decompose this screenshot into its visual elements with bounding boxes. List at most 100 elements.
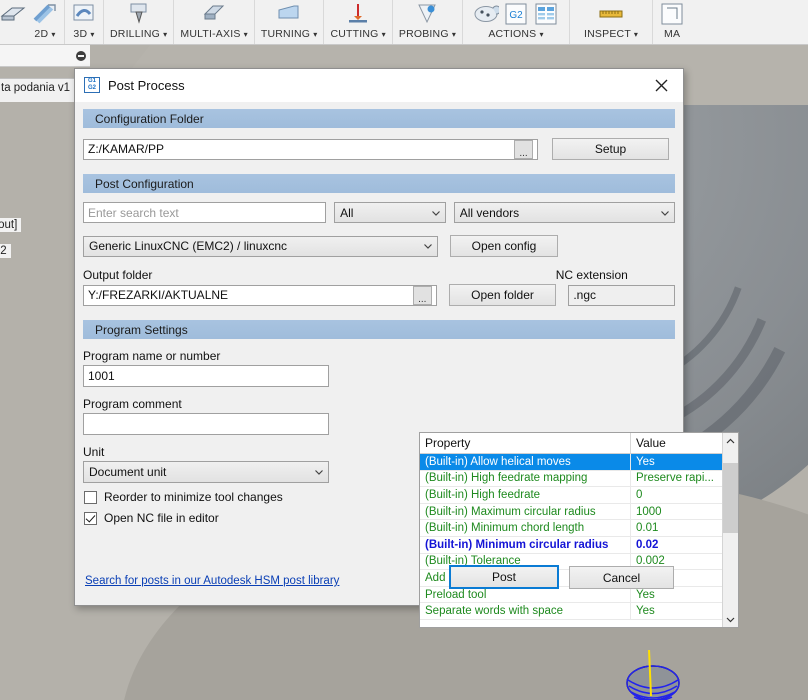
ribbon-label-turning: TURNING: [260, 28, 311, 40]
scroll-down-button[interactable]: [723, 611, 738, 627]
browser-panel-minimize-bar[interactable]: [0, 45, 90, 67]
ribbon-group-drilling[interactable]: DRILLING ▾: [104, 0, 175, 44]
chevron-down-icon[interactable]: ▾: [90, 30, 94, 39]
scrollbar-track[interactable]: [723, 449, 738, 611]
open-folder-button[interactable]: Open folder: [448, 284, 557, 306]
chevron-down-icon[interactable]: ▾: [244, 30, 248, 39]
property-name-cell: (Built-in) High feedrate mapping: [420, 470, 631, 487]
nc-extension-input[interactable]: .ngc: [568, 284, 675, 306]
configuration-folder-browse-button[interactable]: ...: [514, 139, 533, 159]
unit-value: Document unit: [89, 465, 167, 479]
chevron-down-icon[interactable]: [423, 241, 433, 251]
ribbon-label-2d: 2D: [34, 28, 49, 40]
ribbon-group-2d[interactable]: 2D ▾: [26, 0, 65, 44]
open-nc-checkbox-label: Open NC file in editor: [104, 511, 219, 525]
property-value-cell[interactable]: 0.01: [631, 520, 722, 536]
table-row[interactable]: (Built-in) Minimum circular radius 0.02: [420, 536, 722, 554]
reorder-checkbox[interactable]: [84, 490, 97, 504]
toolpath-3d-icon[interactable]: [71, 2, 97, 26]
minimize-icon[interactable]: [76, 50, 86, 61]
scroll-up-button[interactable]: [723, 433, 738, 449]
post-properties-scrollbar[interactable]: [722, 433, 738, 627]
table-row[interactable]: (Built-in) High feedrate 0: [420, 487, 722, 504]
property-value-cell[interactable]: Yes: [631, 603, 722, 619]
post-button-label: Post: [491, 570, 516, 584]
ribbon-group-cutting[interactable]: CUTTING ▾: [324, 0, 393, 44]
chevron-down-icon[interactable]: ▾: [51, 30, 55, 39]
chevron-down-icon[interactable]: ▾: [382, 30, 386, 39]
program-comment-input[interactable]: [83, 413, 329, 435]
program-name-input[interactable]: 1001: [83, 365, 329, 387]
actions-icon[interactable]: [473, 2, 500, 26]
chevron-down-icon[interactable]: ▾: [313, 30, 317, 39]
ribbon-group-manage[interactable]: MA: [653, 0, 691, 44]
dialog-titlebar[interactable]: G1 G2 Post Process: [75, 69, 683, 102]
table-row[interactable]: (Built-in) Minimum chord length 0.01: [420, 520, 722, 537]
scrollbar-thumb[interactable]: [723, 463, 738, 533]
cancel-button[interactable]: Cancel: [569, 566, 674, 589]
property-value-cell[interactable]: Preserve rapi...: [631, 471, 722, 487]
property-name-cell: (Built-in) Maximum circular radius: [420, 503, 631, 520]
vendor-filter-dropdown[interactable]: All vendors: [453, 202, 675, 223]
cutting-icon[interactable]: [345, 2, 371, 26]
ribbon-group-inspect[interactable]: INSPECT ▾: [570, 0, 654, 44]
unit-dropdown[interactable]: Document unit: [83, 461, 329, 483]
dialog-title: Post Process: [108, 77, 185, 93]
property-value-cell[interactable]: 1000: [631, 504, 722, 520]
g2-post-icon[interactable]: G2: [503, 2, 529, 26]
chevron-down-icon: [726, 617, 735, 622]
section-program-settings: Program Settings: [83, 320, 675, 339]
setup-button[interactable]: Setup: [552, 138, 669, 160]
ribbon-group-3d[interactable]: 3D ▾: [65, 0, 104, 44]
output-folder-browse-button[interactable]: ...: [412, 285, 432, 305]
turning-icon[interactable]: [276, 2, 302, 26]
chevron-down-icon[interactable]: [660, 208, 670, 218]
chevron-down-icon[interactable]: [431, 208, 441, 218]
property-value-cell[interactable]: 0.02: [631, 537, 722, 553]
nc-extension-value: .ngc: [573, 288, 597, 302]
table-row[interactable]: (Built-in) High feedrate mapping Preserve…: [420, 470, 722, 488]
vendor-filter-value: All vendors: [459, 205, 520, 220]
ruler-icon[interactable]: [598, 2, 624, 26]
ribbon-group-partial-left[interactable]: [0, 0, 26, 44]
document-tab[interactable]: ta podania v1: [0, 78, 80, 102]
section-configuration-folder: Configuration Folder: [83, 109, 675, 128]
open-config-button[interactable]: Open config: [450, 235, 558, 257]
open-nc-checkbox[interactable]: [84, 511, 97, 525]
setup-sheet-icon[interactable]: [533, 2, 559, 26]
search-input[interactable]: Enter search text: [83, 202, 327, 223]
multi-axis-icon[interactable]: [201, 2, 227, 26]
property-value-cell[interactable]: Yes: [631, 454, 722, 470]
ribbon-group-probing[interactable]: PROBING ▾: [393, 0, 464, 44]
chevron-down-icon[interactable]: [314, 467, 324, 477]
configuration-folder-value: Z:/KAMAR/PP: [88, 142, 165, 156]
drilling-icon[interactable]: [126, 2, 152, 26]
table-row[interactable]: Separate words with space Yes: [420, 603, 722, 620]
category-filter-dropdown[interactable]: All: [334, 202, 446, 223]
ribbon-group-multi-axis[interactable]: MULTI-AXIS ▾: [174, 0, 255, 44]
ribbon-group-actions[interactable]: G2 ACTIONS ▾: [463, 0, 571, 44]
toolpath-2d-icon[interactable]: [32, 2, 58, 26]
manage-icon[interactable]: [659, 2, 685, 26]
ribbon-group-turning[interactable]: TURNING ▾: [255, 0, 325, 44]
chevron-down-icon[interactable]: ▾: [163, 30, 167, 39]
viewport-annotation-2: ur2: [0, 244, 11, 258]
probing-icon[interactable]: [414, 2, 440, 26]
chevron-down-icon[interactable]: ▾: [540, 30, 544, 39]
reorder-checkbox-label: Reorder to minimize tool changes: [104, 490, 283, 504]
section-program-settings-label: Program Settings: [95, 322, 188, 337]
nc-extension-label: NC extension: [555, 268, 628, 282]
table-row[interactable]: (Built-in) Maximum circular radius 1000: [420, 503, 722, 521]
chevron-down-icon[interactable]: ▾: [634, 30, 638, 39]
property-value-cell[interactable]: 0: [631, 487, 722, 503]
output-folder-input[interactable]: Y:/FREZARKI/AKTUALNE ...: [83, 284, 437, 306]
partial-toolpath-icon[interactable]: [0, 2, 26, 26]
post-processor-dropdown[interactable]: Generic LinuxCNC (EMC2) / linuxcnc: [83, 235, 438, 257]
column-header-value: Value: [636, 436, 666, 450]
chevron-down-icon[interactable]: ▾: [452, 30, 456, 39]
post-button[interactable]: Post: [449, 565, 559, 589]
configuration-folder-input[interactable]: Z:/KAMAR/PP ...: [83, 138, 538, 160]
hsm-post-library-link[interactable]: Search for posts in our Autodesk HSM pos…: [85, 575, 339, 587]
close-icon[interactable]: [639, 69, 683, 101]
table-row[interactable]: (Built-in) Allow helical moves Yes: [420, 454, 722, 471]
